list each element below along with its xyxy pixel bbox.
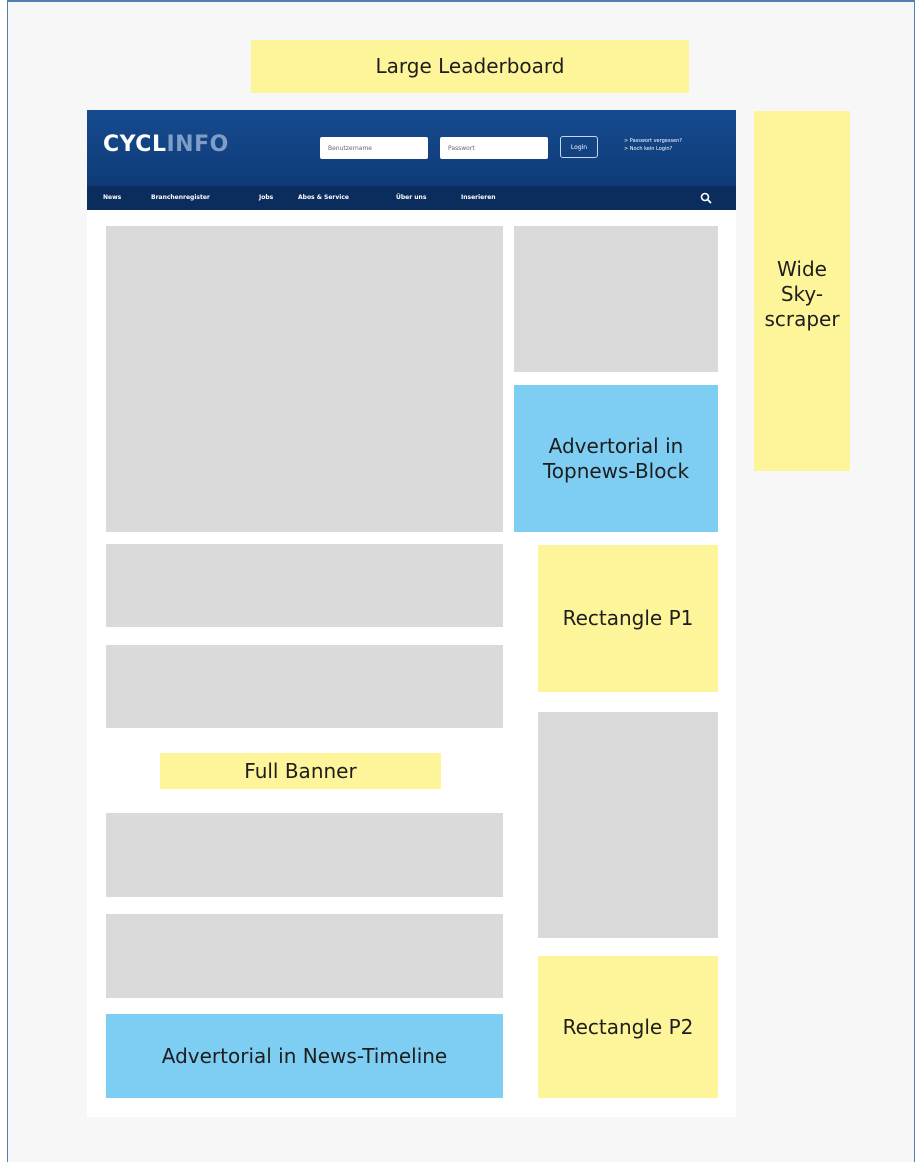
nav-item-news[interactable]: News xyxy=(103,194,121,201)
content-block-side xyxy=(538,712,718,938)
advertorial-news-timeline-label: Advertorial in News-Timeline xyxy=(161,1043,448,1068)
content-block-topnews-side xyxy=(514,226,718,372)
advertorial-news-timeline-slot: Advertorial in News-Timeline xyxy=(106,1014,503,1098)
nav-item-branchenregister[interactable]: Branchenregister xyxy=(151,194,210,201)
password-input[interactable]: Passwort xyxy=(440,137,548,159)
nav-item-inserieren[interactable]: Inserieren xyxy=(461,194,496,201)
wide-skyscraper-slot: Wide Sky- scraper xyxy=(754,111,850,471)
content-block-news xyxy=(106,645,503,728)
rectangle-p2-label: Rectangle P2 xyxy=(562,1014,694,1039)
nav-item-abos-service[interactable]: Abos & Service xyxy=(298,194,349,201)
forgot-password-link[interactable]: > Passwort vergessen? xyxy=(624,137,682,145)
content-block-news xyxy=(106,813,503,897)
logo-part-cycl: CYCL xyxy=(103,132,167,157)
header-links: > Passwort vergessen? > Noch kein Login? xyxy=(624,137,682,153)
rectangle-p1-slot: Rectangle P1 xyxy=(538,545,718,692)
username-input[interactable]: Benutzername xyxy=(320,137,428,159)
full-banner-slot: Full Banner xyxy=(160,753,441,789)
nav-item-jobs[interactable]: Jobs xyxy=(259,194,273,201)
search-icon[interactable] xyxy=(699,191,713,205)
main-nav: News Branchenregister Jobs Abos & Servic… xyxy=(87,186,736,210)
content-block-topnews-main xyxy=(106,226,503,532)
rectangle-p2-slot: Rectangle P2 xyxy=(538,956,718,1098)
full-banner-label: Full Banner xyxy=(244,758,357,783)
site-logo: CYCLINFO xyxy=(103,132,229,157)
large-leaderboard-label: Large Leaderboard xyxy=(375,54,565,78)
login-button[interactable]: Login xyxy=(560,136,598,158)
no-login-link[interactable]: > Noch kein Login? xyxy=(624,145,682,153)
rectangle-p1-label: Rectangle P1 xyxy=(562,606,694,630)
nav-item-ueber-uns[interactable]: Über uns xyxy=(396,194,426,201)
content-block-news xyxy=(106,914,503,998)
large-leaderboard-slot: Large Leaderboard xyxy=(251,40,689,93)
advertorial-topnews-slot: Advertorial in Topnews-Block xyxy=(514,385,718,532)
content-block-news xyxy=(106,544,503,627)
wide-skyscraper-label: Wide Sky- scraper xyxy=(764,257,840,331)
logo-part-info: INFO xyxy=(166,132,229,157)
site-header: CYCLINFO Benutzername Passwort Login > P… xyxy=(87,110,736,210)
advertorial-topnews-label: Advertorial in Topnews-Block xyxy=(542,433,690,483)
